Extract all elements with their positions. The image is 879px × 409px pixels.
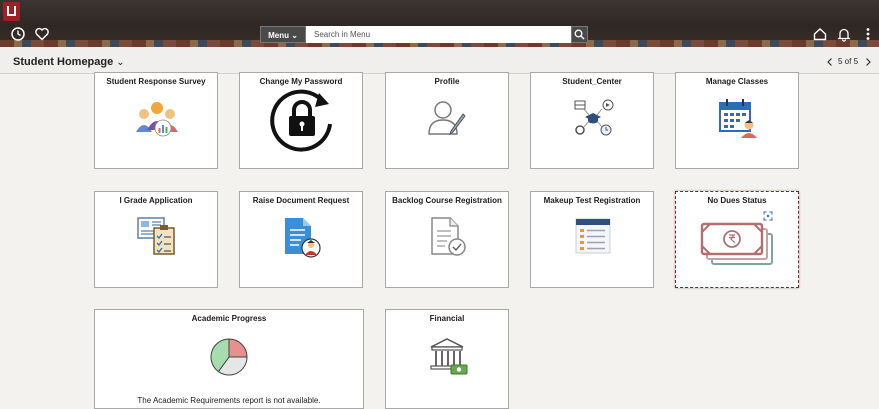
document-request-icon: [285, 218, 321, 258]
next-page-icon[interactable]: [864, 57, 872, 67]
tile-financial[interactable]: Financial: [385, 309, 509, 409]
tile-profile[interactable]: Profile: [385, 72, 509, 169]
tile-title: Student_Center: [562, 77, 622, 86]
padlock-refresh-icon: [270, 89, 332, 152]
currency-notes-icon: [700, 222, 773, 265]
survey-group-icon: [136, 102, 178, 137]
tile-title: I Grade Application: [119, 196, 193, 205]
home-icon[interactable]: [812, 26, 828, 42]
recent-places-icon[interactable]: [10, 26, 26, 42]
tile-backlog-course-registration[interactable]: Backlog Course Registration: [385, 191, 509, 288]
chevron-down-icon: ⌄: [116, 57, 125, 68]
tile-no-dues-status[interactable]: No Dues Status: [675, 191, 799, 288]
tile-title: Financial: [429, 314, 465, 323]
tile-makeup-test-registration[interactable]: Makeup Test Registration: [530, 191, 654, 288]
homepage-selector[interactable]: Student Homepage ⌄: [13, 56, 125, 68]
registration-document-icon: [431, 217, 466, 256]
navigator-menu-button[interactable]: Menu ⌄: [260, 26, 306, 43]
previous-page-icon[interactable]: [826, 57, 834, 67]
tile-title: No Dues Status: [707, 196, 767, 205]
application-form-icon: [137, 217, 175, 255]
search-input[interactable]: [306, 26, 571, 43]
chevron-down-icon: ⌄: [291, 31, 298, 40]
tile-title: Academic Progress: [191, 314, 267, 323]
tile-title: Profile: [434, 77, 460, 86]
expand-icon[interactable]: [763, 211, 773, 221]
tile-title: Makeup Test Registration: [543, 196, 641, 205]
actions-menu-icon[interactable]: [860, 26, 876, 42]
favorites-icon[interactable]: [34, 26, 50, 42]
page-title: Student Homepage: [13, 56, 114, 68]
tile-academic-progress[interactable]: Academic Progress The Academic Requireme…: [94, 309, 364, 409]
tile-title: Raise Document Request: [252, 196, 350, 205]
tile-i-grade-application[interactable]: I Grade Application: [94, 191, 218, 288]
page-header: [0, 47, 879, 74]
search-button[interactable]: [571, 26, 588, 43]
tile-title: Backlog Course Registration: [392, 196, 502, 205]
tile-change-my-password[interactable]: Change My Password: [239, 72, 363, 169]
tile-raise-document-request[interactable]: Raise Document Request: [239, 191, 363, 288]
tile-manage-classes[interactable]: Manage Classes: [675, 72, 799, 169]
pie-slice-0: [228, 338, 248, 358]
user-edit-icon: [428, 101, 466, 136]
page-counter: 5 of 5: [838, 57, 859, 66]
institution-logo: [3, 2, 20, 21]
academic-progress-pie-chart: [210, 338, 248, 376]
tile-student-response-survey[interactable]: Student Response Survey: [94, 72, 218, 169]
tile-title: Manage Classes: [705, 77, 769, 86]
student-hub-icon: [574, 99, 614, 136]
tile-title: Student Response Survey: [106, 77, 206, 86]
search-icon: [574, 29, 585, 40]
menu-label: Menu: [268, 31, 289, 40]
class-calendar-icon: [719, 99, 757, 138]
academic-requirements-note: The Academic Requirements report is not …: [137, 396, 321, 405]
bank-building-icon: [430, 338, 468, 375]
tile-student-center[interactable]: Student_Center: [530, 72, 654, 169]
notifications-icon[interactable]: [836, 26, 852, 42]
test-checklist-icon: [575, 218, 611, 254]
